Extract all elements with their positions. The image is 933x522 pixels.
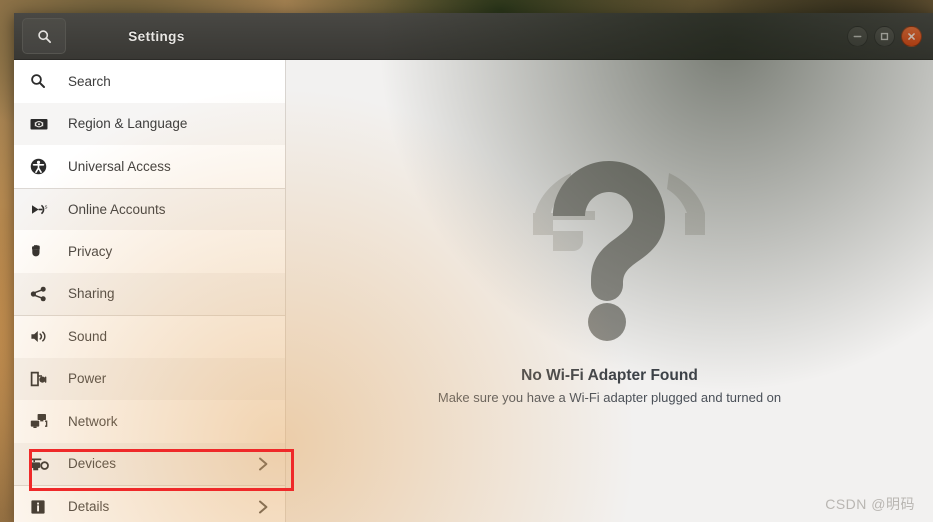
plug-icon: s <box>30 202 52 217</box>
sidebar-item-label: Details <box>68 499 110 515</box>
window-body: Search Region & Language Universal Acces… <box>14 60 933 522</box>
search-icon <box>37 29 51 43</box>
close-button[interactable] <box>901 25 922 47</box>
sidebar-item-sound[interactable]: Sound <box>14 315 285 358</box>
accessibility-icon <box>30 158 52 175</box>
empty-state-subtitle: Make sure you have a Wi-Fi adapter plugg… <box>437 390 782 405</box>
settings-main-panel: No Wi-Fi Adapter Found Make sure you hav… <box>286 60 933 522</box>
sidebar-item-sharing[interactable]: Sharing <box>14 272 285 315</box>
network-icon <box>30 413 52 429</box>
window-controls <box>847 25 922 47</box>
sidebar-item-label: Network <box>68 413 118 429</box>
sidebar-item-region-language[interactable]: Region & Language <box>14 102 285 145</box>
flag-icon <box>30 117 52 131</box>
settings-sidebar: Search Region & Language Universal Acces… <box>14 60 286 522</box>
svg-text:s: s <box>45 204 48 210</box>
sidebar-item-power[interactable]: Power <box>14 357 285 400</box>
question-mark-icon <box>533 161 706 341</box>
sidebar-item-label: Power <box>68 371 107 387</box>
sidebar-item-privacy[interactable]: Privacy <box>14 230 285 273</box>
sidebar-item-devices[interactable]: Devices <box>14 442 285 485</box>
sidebar-item-label: Sound <box>68 329 108 345</box>
power-plug-icon <box>30 371 52 387</box>
minimize-button[interactable] <box>847 25 868 47</box>
watermark: CSDN @明码 <box>825 496 915 512</box>
sidebar-item-search[interactable]: Search <box>14 60 285 103</box>
sidebar-item-universal-access[interactable]: Universal Access <box>14 145 285 188</box>
maximize-icon <box>880 32 889 40</box>
close-icon <box>908 32 915 40</box>
share-icon <box>30 286 52 302</box>
sidebar-item-label: Region & Language <box>68 116 188 132</box>
sidebar-item-label: Search <box>68 73 111 89</box>
chevron-right-icon <box>258 499 269 515</box>
chevron-right-icon <box>258 456 269 472</box>
devices-icon <box>30 456 52 472</box>
window-titlebar: Settings <box>14 13 933 60</box>
settings-window: Settings Search Region & Language Univer… <box>14 13 933 522</box>
search-icon <box>30 73 52 89</box>
sidebar-item-label: Privacy <box>68 243 113 259</box>
empty-state-title: No Wi-Fi Adapter Found <box>521 367 698 384</box>
sidebar-item-label: Sharing <box>68 286 115 302</box>
desktop-wallpaper: Settings Search Region & Language Univer… <box>0 0 933 522</box>
sidebar-item-online-accounts[interactable]: s Online Accounts <box>14 187 285 230</box>
sidebar-item-network[interactable]: Network <box>14 400 285 443</box>
empty-state: No Wi-Fi Adapter Found Make sure you hav… <box>438 155 781 405</box>
hand-icon <box>30 243 52 259</box>
search-toggle-button[interactable] <box>22 18 66 54</box>
maximize-button[interactable] <box>874 25 895 47</box>
speaker-icon <box>30 329 52 344</box>
sidebar-item-label: Devices <box>68 456 117 472</box>
sidebar-item-details[interactable]: Details <box>14 485 285 522</box>
minimize-icon <box>853 35 862 37</box>
sidebar-item-label: Online Accounts <box>68 201 166 217</box>
sidebar-item-label: Universal Access <box>68 158 171 174</box>
info-icon <box>30 499 52 515</box>
